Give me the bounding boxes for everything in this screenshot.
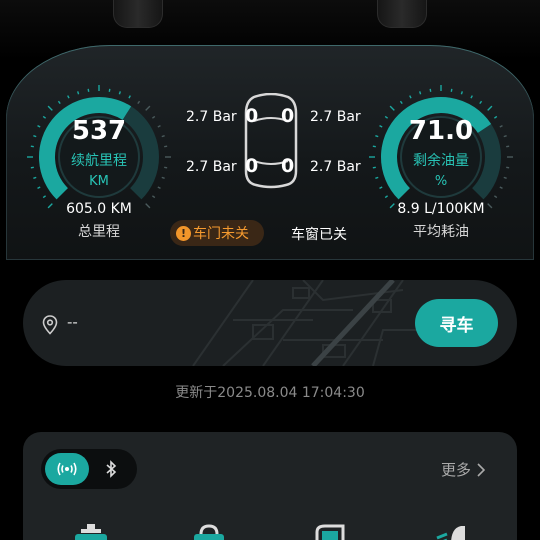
gauge-tick — [419, 91, 422, 95]
more-label: 更多 — [441, 461, 472, 479]
tire-pressure-front-left: 2.7 Bar — [186, 109, 237, 125]
total-mileage-label: 总里程 — [78, 224, 120, 240]
gauge-tick — [67, 95, 70, 99]
gauge-tick — [145, 105, 151, 111]
gauge-tick — [137, 100, 141, 105]
door-status-badge[interactable]: ! 车门未关 — [170, 220, 264, 246]
range-gauge: 537 续航里程 KM 605.0 KM 总里程 — [20, 78, 178, 240]
gauge-tick — [118, 91, 121, 95]
bluetooth-icon — [106, 460, 117, 478]
tire-pressure-rear-right: 2.7 Bar — [310, 159, 361, 175]
location-address: -- — [67, 313, 78, 331]
gauge-tick — [399, 100, 403, 105]
car-wheel-right — [377, 0, 427, 28]
gauge-tick — [128, 95, 131, 99]
find-car-button[interactable]: 寻车 — [415, 299, 498, 347]
controls-card: 更多 — [23, 432, 517, 540]
gauge-tick — [479, 100, 483, 105]
door-status-front-left: 0 — [245, 105, 259, 127]
connection-mode-toggle[interactable] — [41, 449, 137, 489]
fuel-gauge: 71.0 剩余油量 % 8.9 L/100KM 平均耗油 — [362, 78, 520, 240]
gauge-tick — [42, 195, 47, 199]
gauge-tick — [77, 91, 80, 95]
more-link[interactable]: 更多 — [441, 459, 486, 480]
updated-timestamp: 更新于2025.08.04 17:04:30 — [175, 385, 365, 401]
gauge-tick — [460, 91, 463, 95]
avg-fuel-label: 平均耗油 — [413, 224, 469, 240]
signal-broadcast-icon — [57, 462, 77, 476]
gauge-tick — [389, 105, 395, 111]
door-status-rear-right: 0 — [281, 155, 295, 177]
lights-icon[interactable] — [433, 524, 469, 540]
window-control-icon[interactable] — [313, 524, 349, 540]
fuel-value: 71.0 — [408, 116, 474, 146]
window-status-text: 车窗已关 — [291, 227, 347, 243]
total-mileage-value: 605.0 KM — [66, 201, 132, 217]
door-status-text: 车门未关 — [193, 226, 249, 242]
avg-fuel-value: 8.9 L/100KM — [397, 201, 485, 217]
door-status-rear-left: 0 — [245, 155, 259, 177]
gauge-tick — [470, 95, 473, 99]
gauge-tick — [487, 105, 493, 111]
range-value: 537 — [71, 116, 127, 146]
range-label: 续航里程 — [71, 153, 127, 169]
location-card[interactable]: -- 寻车 — [23, 280, 517, 366]
trunk-icon[interactable] — [191, 524, 227, 540]
car-wheel-left — [113, 0, 163, 28]
range-unit: KM — [89, 174, 109, 189]
door-status-front-right: 0 — [281, 105, 295, 127]
gauge-tick — [384, 195, 389, 199]
bluetooth-mode-option[interactable] — [99, 457, 123, 481]
network-mode-option[interactable] — [45, 453, 89, 485]
gauge-tick — [409, 95, 412, 99]
tire-pressure-rear-left: 2.7 Bar — [186, 159, 237, 175]
gauge-tick — [47, 105, 53, 111]
warning-icon: ! — [176, 225, 191, 241]
fuel-unit: % — [434, 174, 448, 189]
gauge-tick — [57, 100, 61, 105]
tire-pressure-front-right: 2.7 Bar — [310, 109, 361, 125]
chevron-right-icon — [477, 462, 486, 477]
gauge-tick — [151, 195, 156, 199]
fuel-label: 剩余油量 — [413, 153, 469, 169]
gauge-tick — [493, 195, 498, 199]
engine-start-icon[interactable] — [71, 524, 111, 540]
location-pin-icon — [42, 315, 58, 335]
